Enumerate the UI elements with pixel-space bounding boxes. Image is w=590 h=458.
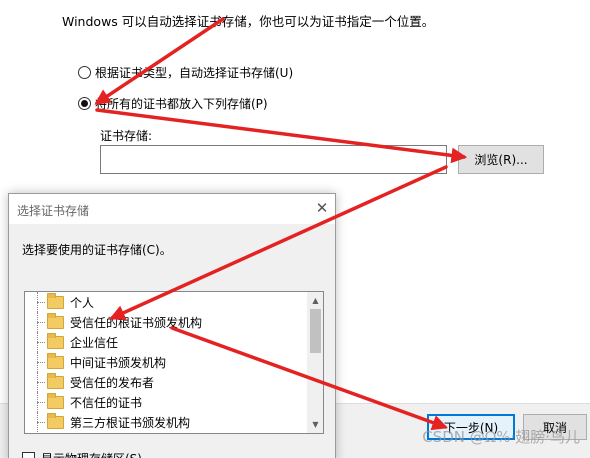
wizard-description: Windows 可以自动选择证书存储，你也可以为证书指定一个位置。: [62, 14, 435, 29]
tree-item-label: 受信任的发布者: [70, 375, 155, 390]
tree-connector: [33, 292, 45, 312]
scroll-thumb[interactable]: [310, 309, 321, 353]
certificate-store-tree[interactable]: 个人 受信任的根证书颁发机构 企业信任 中间证书颁发机构 受信任的发布者 不信任…: [24, 291, 324, 434]
select-store-dialog: 选择证书存储 ✕ 选择要使用的证书存储(C)。 个人 受信任的根证书颁发机构 企…: [8, 193, 336, 458]
watermark: CSDN @Ω%·翅膀·鸟儿: [422, 428, 580, 446]
tree-item-intermediate-ca[interactable]: 中间证书颁发机构: [25, 352, 166, 372]
tree-connector: [33, 372, 45, 392]
tree-connector: [33, 332, 45, 352]
tree-item-trusted-root[interactable]: 受信任的根证书颁发机构: [25, 312, 202, 332]
tree-item-personal[interactable]: 个人: [25, 292, 94, 312]
dialog-prompt: 选择要使用的证书存储(C)。: [22, 243, 172, 257]
folder-icon: [47, 332, 64, 349]
radio-button-unchecked[interactable]: [78, 66, 91, 79]
folder-icon: [47, 412, 64, 429]
radio-auto-select-store[interactable]: 根据证书类型，自动选择证书存储(U): [78, 64, 293, 81]
show-physical-stores-checkbox[interactable]: 显示物理存储区(S): [22, 450, 142, 458]
tree-item-label: 中间证书颁发机构: [70, 355, 167, 370]
close-icon[interactable]: ✕: [311, 196, 333, 220]
folder-icon: [47, 372, 64, 389]
radio-place-all-certs[interactable]: 将所有的证书都放入下列存储(P): [78, 95, 268, 112]
show-physical-label: 显示物理存储区(S): [41, 450, 142, 458]
certificate-store-label: 证书存储:: [100, 129, 153, 143]
dialog-titlebar[interactable]: 选择证书存储 ✕: [9, 194, 335, 224]
folder-icon: [47, 312, 64, 329]
tree-connector: [33, 392, 45, 412]
tree-item-label: 个人: [70, 295, 95, 310]
tree-item-third-party-root[interactable]: 第三方根证书颁发机构: [25, 412, 190, 432]
folder-icon: [47, 352, 64, 369]
tree-item-trusted-publishers[interactable]: 受信任的发布者: [25, 372, 154, 392]
tree-item-untrusted[interactable]: 不信任的证书: [25, 392, 142, 412]
checkbox[interactable]: [22, 452, 35, 458]
tree-item-label: 第三方根证书颁发机构: [70, 415, 191, 430]
tree-connector: [33, 412, 45, 432]
folder-icon: [47, 392, 64, 409]
certificate-store-input[interactable]: [100, 145, 447, 174]
chevron-up-icon[interactable]: ▲: [307, 292, 323, 309]
tree-item-label: 企业信任: [70, 335, 119, 350]
tree-scrollbar[interactable]: ▲ ▼: [307, 292, 323, 433]
tree-item-label: 受信任的根证书颁发机构: [70, 315, 203, 330]
folder-icon: [47, 292, 64, 309]
chevron-down-icon[interactable]: ▼: [307, 416, 323, 433]
tree-item-enterprise-trust[interactable]: 企业信任: [25, 332, 118, 352]
radio-auto-label: 根据证书类型，自动选择证书存储(U): [95, 66, 294, 80]
tree-item-label: 不信任的证书: [70, 395, 143, 410]
radio-manual-label: 将所有的证书都放入下列存储(P): [95, 97, 268, 111]
browse-button[interactable]: 浏览(R)...: [458, 145, 544, 174]
tree-connector: [33, 312, 45, 332]
arrow-to-manual-radio: [94, 17, 225, 105]
tree-connector: [33, 352, 45, 372]
dialog-title: 选择证书存储: [17, 204, 90, 218]
radio-button-checked[interactable]: [78, 97, 91, 110]
